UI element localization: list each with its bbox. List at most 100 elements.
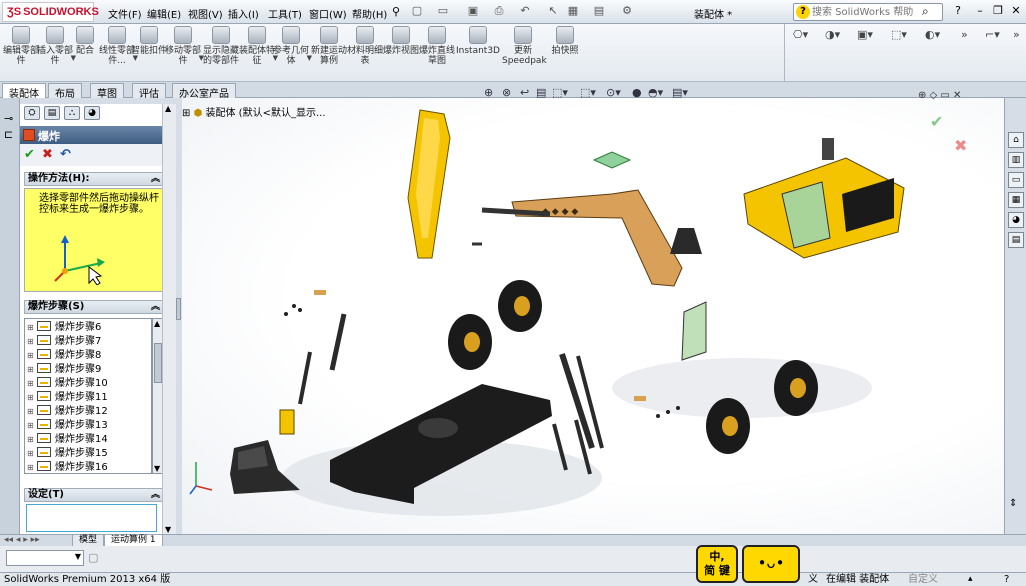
apply-scene-icon[interactable]: ◓▾ bbox=[648, 86, 663, 99]
sketch-tool-icon[interactable]: ⌐▾ bbox=[985, 28, 1000, 41]
ime-mode-indicator[interactable]: 中, 简 键 bbox=[696, 545, 738, 583]
options-icon[interactable]: ⚙ bbox=[620, 4, 634, 18]
minimize-button[interactable]: – bbox=[972, 4, 988, 18]
wheel-part[interactable] bbox=[774, 360, 818, 416]
panel-splitter-handle[interactable] bbox=[176, 298, 181, 320]
property-manager-tab-icon[interactable]: ▤ bbox=[44, 106, 60, 120]
list-item[interactable]: ⊞ 爆炸步骤9 bbox=[27, 363, 101, 377]
file-properties-icon[interactable]: ▤ bbox=[592, 4, 606, 18]
cone-part[interactable] bbox=[670, 228, 702, 254]
view-palette-icon[interactable]: ▦ bbox=[1008, 192, 1024, 208]
print-icon[interactable]: ⎙ bbox=[492, 4, 506, 18]
explode-line-sketch-button[interactable]: 爆炸直线草图 bbox=[418, 26, 456, 80]
expand-icon[interactable]: ⊞ bbox=[27, 405, 35, 419]
list-item[interactable]: ⊞ 爆炸步骤16 bbox=[27, 461, 108, 473]
boom-part[interactable] bbox=[407, 109, 451, 259]
exploded-view-button[interactable]: 爆炸视图 bbox=[382, 26, 420, 80]
scroll-down-icon[interactable]: ▼ bbox=[165, 525, 171, 534]
feature-manager-tab-icon[interactable]: ⛭ bbox=[24, 106, 40, 120]
hydraulic-cylinder[interactable] bbox=[559, 353, 595, 449]
move-component-button[interactable]: 移动零部件 ▼ bbox=[164, 26, 204, 80]
property-manager-scrollbar[interactable]: ▲ ▼ bbox=[162, 104, 176, 534]
menu-view[interactable]: 视图(V) bbox=[188, 6, 223, 21]
small-pin[interactable] bbox=[314, 290, 326, 295]
list-item[interactable]: ⊞ 爆炸步骤15 bbox=[27, 447, 108, 461]
display-style-icon[interactable]: ⬚▾ bbox=[580, 86, 596, 99]
edit-appearance-icon[interactable]: ● bbox=[632, 86, 642, 99]
expand-icon[interactable]: ⊞ bbox=[27, 321, 35, 335]
unit-system-dropdown[interactable]: ▴ bbox=[968, 573, 973, 586]
menu-insert[interactable]: 插入(I) bbox=[228, 6, 259, 21]
tab-assembly[interactable]: 装配体 bbox=[2, 83, 46, 100]
door-glass-part[interactable] bbox=[681, 301, 707, 361]
view-orientation-icon[interactable]: ⎔▾ bbox=[793, 28, 808, 41]
list-item[interactable]: ⊞ 爆炸步骤11 bbox=[27, 391, 108, 405]
tab-sketch[interactable]: 草图 bbox=[90, 83, 124, 100]
file-explorer-icon[interactable]: ▭ bbox=[1008, 172, 1024, 188]
list-item[interactable]: ⊞ 爆炸步骤12 bbox=[27, 405, 108, 419]
expand-icon[interactable]: ⊞ bbox=[27, 377, 35, 391]
list-item[interactable]: ⊞ 爆炸步骤10 bbox=[27, 377, 108, 391]
expand-icon[interactable]: ⊞ bbox=[27, 363, 35, 377]
expand-icon[interactable]: ⊞ bbox=[27, 349, 35, 363]
expand-icon[interactable]: ⊞ bbox=[27, 391, 35, 405]
small-pin[interactable] bbox=[634, 396, 646, 401]
tab-evaluate[interactable]: 评估 bbox=[132, 83, 166, 100]
window-controls-icon[interactable]: ⊕ ◇ ▭ ✕ bbox=[918, 90, 961, 101]
menu-help[interactable]: 帮助(H) bbox=[352, 6, 387, 21]
expand-icon[interactable]: ⊞ bbox=[27, 461, 35, 473]
cab-part[interactable] bbox=[743, 138, 905, 259]
display-style-icon[interactable]: ◑▾ bbox=[825, 28, 840, 41]
tab-layout[interactable]: 布局 bbox=[48, 83, 82, 100]
settings-group-header[interactable]: 设定(T) ︽ bbox=[24, 488, 164, 502]
bill-of-materials-button[interactable]: 材料明细表 bbox=[346, 26, 384, 80]
save-icon[interactable]: ▣ bbox=[466, 4, 480, 18]
pin-menu-icon[interactable]: ⚲ bbox=[392, 5, 400, 18]
select-arrow-icon[interactable]: ↖ bbox=[546, 4, 560, 18]
appearances-icon[interactable]: ◕ bbox=[1008, 212, 1024, 228]
expand-icon[interactable]: ⊞ bbox=[27, 335, 35, 349]
chevron-up-icon[interactable]: ︽ bbox=[151, 301, 160, 313]
view-orientation-icon[interactable]: ⬚▾ bbox=[552, 86, 568, 99]
edit-component-button[interactable]: 编辑零部件 bbox=[2, 26, 40, 80]
wheel-part[interactable] bbox=[706, 398, 750, 454]
scroll-up-icon[interactable]: ▲ bbox=[154, 319, 160, 328]
section-view-icon[interactable]: ▤ bbox=[536, 86, 546, 99]
pin-icon[interactable]: ⊸ bbox=[4, 112, 13, 125]
wheel-part[interactable] bbox=[448, 314, 492, 370]
glass-plate-part[interactable] bbox=[592, 151, 632, 169]
list-item[interactable]: ⊞ 爆炸步骤14 bbox=[27, 433, 108, 447]
assembly-features-button[interactable]: 装配体特征 ▼ bbox=[238, 26, 278, 80]
expand-toolbar-icon[interactable]: » bbox=[961, 28, 968, 41]
take-snapshot-button[interactable]: 拍快照 bbox=[546, 26, 584, 80]
cancel-x-icon[interactable]: ✖ bbox=[42, 147, 53, 162]
show-hidden-components-button[interactable]: 显示隐藏的零部件 bbox=[202, 26, 240, 80]
scroll-thumb[interactable] bbox=[154, 343, 162, 383]
solidworks-logo[interactable]: ƷS SOLIDWORKS bbox=[2, 2, 99, 22]
open-document-icon[interactable]: ▭ bbox=[436, 4, 450, 18]
update-speedpak-button[interactable]: 更新Speedpak bbox=[502, 26, 547, 80]
explode-steps-list[interactable]: ⊞ 爆炸步骤6 ⊞ 爆炸步骤7 ⊞ 爆炸步骤8 ⊞ 爆炸步骤9 ⊞ 爆炸步骤10 ⊞ 爆炸步… bbox=[24, 318, 152, 474]
scroll-down-icon[interactable]: ▼ bbox=[154, 464, 160, 473]
expand-icon[interactable]: ⊞ bbox=[27, 447, 35, 461]
section-view-icon[interactable]: ⬚▾ bbox=[891, 28, 907, 41]
bracket-part[interactable] bbox=[279, 409, 295, 435]
confirm-cancel-icon[interactable]: ✖ bbox=[954, 136, 967, 155]
chevron-up-icon[interactable]: ︽ bbox=[151, 489, 160, 501]
new-motion-study-button[interactable]: 新建运动算例 bbox=[310, 26, 348, 80]
new-document-icon[interactable]: ▢ bbox=[410, 4, 424, 18]
list-item[interactable]: ⊞ 爆炸步骤13 bbox=[27, 419, 108, 433]
ok-check-icon[interactable]: ✔ bbox=[24, 147, 35, 162]
hide-show-items-icon[interactable]: ⊙▾ bbox=[606, 86, 621, 99]
menu-edit[interactable]: 编辑(E) bbox=[147, 6, 181, 21]
reference-geometry-button[interactable]: 参考几何体 ▼ bbox=[272, 26, 312, 80]
display-manager-tab-icon[interactable]: ◕ bbox=[84, 106, 100, 120]
menu-window[interactable]: 窗口(W) bbox=[309, 6, 347, 21]
instant3d-button[interactable]: Instant3D bbox=[456, 26, 500, 80]
hide-show-icon[interactable]: ▣▾ bbox=[857, 28, 873, 41]
undo-icon[interactable]: ↶ bbox=[60, 147, 71, 162]
chevron-down-icon[interactable]: ▼ bbox=[75, 552, 81, 561]
tab-scroll-arrows-icon[interactable]: ◂◂ ◂ ▸ ▸▸ bbox=[4, 535, 40, 545]
undo-icon[interactable]: ↶ bbox=[518, 4, 532, 18]
steps-group-header[interactable]: 爆炸步骤(S) ︽ bbox=[24, 300, 164, 314]
